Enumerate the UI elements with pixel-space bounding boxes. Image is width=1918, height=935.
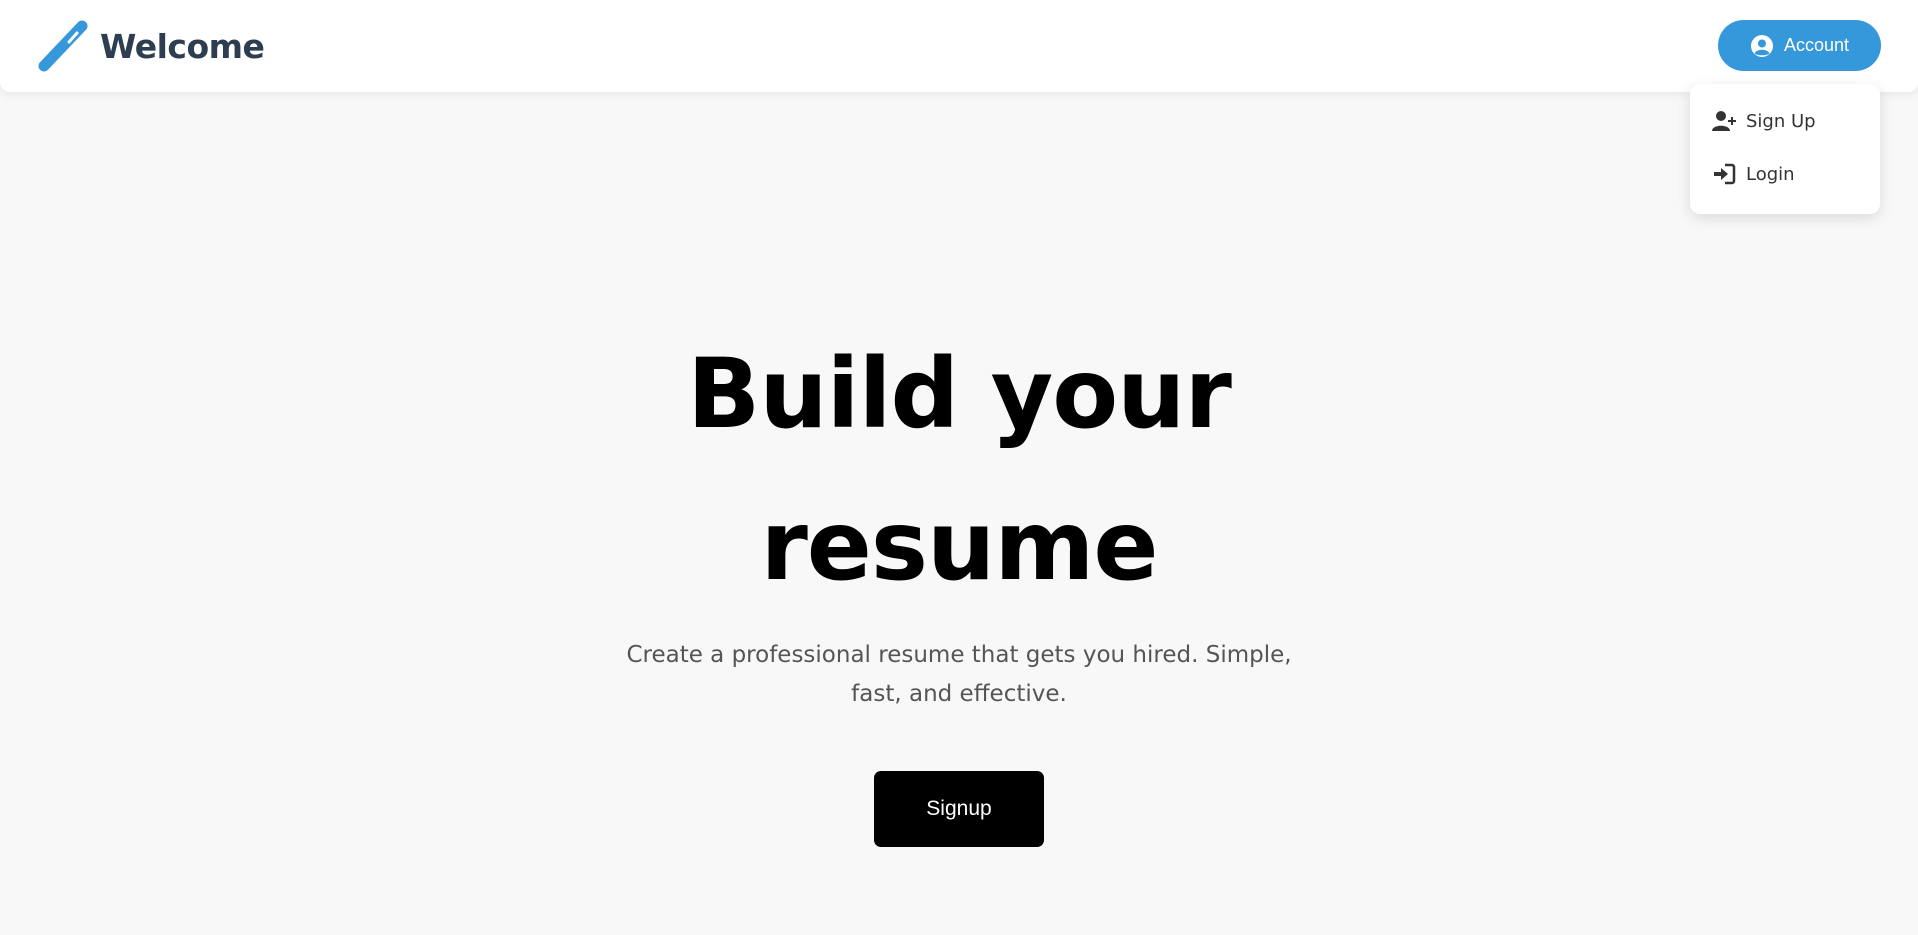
account-dropdown-menu: Sign Up Login — [1690, 84, 1880, 214]
signup-button[interactable]: Signup — [874, 771, 1044, 847]
hero-title-line-2: resume — [760, 490, 1158, 602]
hero-title-line-1: Build your — [687, 338, 1232, 450]
menu-item-sign-up[interactable]: Sign Up — [1712, 110, 1816, 132]
brand[interactable]: Welcome — [36, 18, 265, 74]
account-button[interactable]: Account — [1718, 20, 1881, 71]
brand-title: Welcome — [100, 26, 265, 66]
account-button-label: Account — [1783, 35, 1850, 55]
menu-item-label: Login — [1746, 163, 1795, 185]
menu-item-login[interactable]: Login — [1712, 163, 1795, 185]
user-circle-icon — [1750, 34, 1773, 57]
hero-title: Build your resume — [0, 318, 1918, 622]
hero-subtitle: Create a professional resume that gets y… — [626, 642, 1292, 707]
pencil-icon — [38, 20, 88, 72]
sign-in-icon — [1714, 163, 1736, 185]
user-plus-icon — [1712, 111, 1736, 131]
top-navbar: Welcome Account — [0, 0, 1918, 92]
menu-item-label: Sign Up — [1746, 110, 1816, 132]
